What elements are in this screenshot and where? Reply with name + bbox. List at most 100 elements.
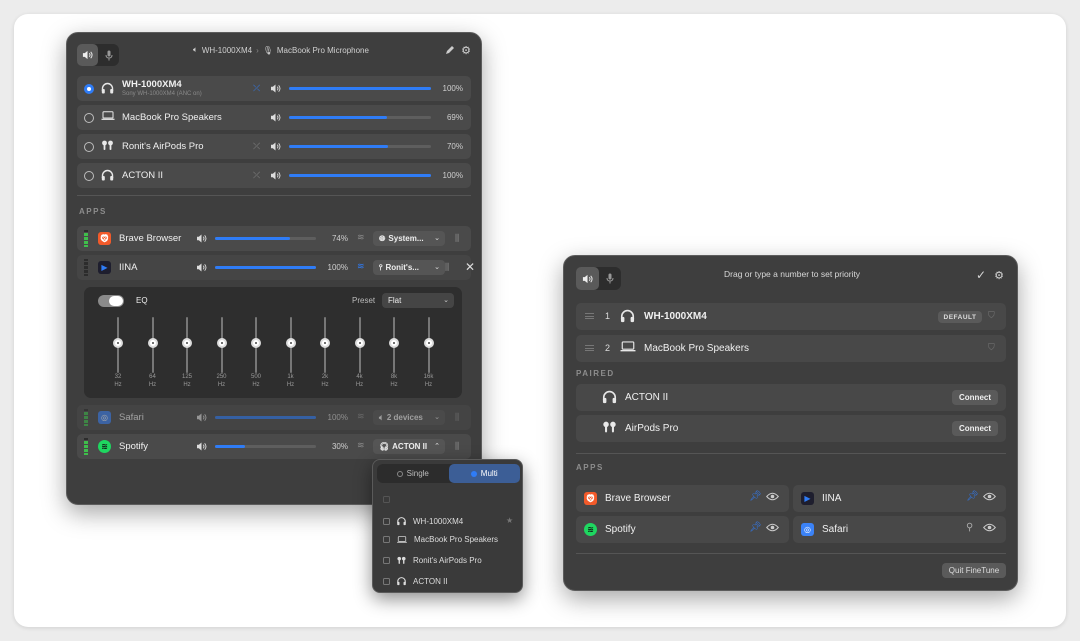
laptop-icon (101, 111, 115, 123)
sliders-icon[interactable]: ⫼ (455, 233, 459, 244)
device-option[interactable]: Ronit's AirPods Pro (383, 555, 482, 566)
app-pin-row[interactable]: ≋ Spotify 📌︎ (576, 516, 789, 543)
eq-band-knob[interactable] (251, 338, 261, 348)
device-option[interactable]: WH-1000XM4 (383, 515, 463, 527)
volume-slider[interactable] (289, 174, 431, 177)
microphone-tab-2[interactable] (599, 267, 622, 290)
checkbox[interactable] (383, 577, 390, 585)
app-volume-slider[interactable] (215, 416, 316, 419)
hide-icon[interactable]: ⛉ (988, 342, 995, 353)
speaker-icon[interactable] (270, 142, 281, 154)
drag-handle-icon[interactable] (585, 345, 594, 351)
close-icon[interactable]: ✕ (465, 260, 475, 274)
eye-icon[interactable] (766, 523, 779, 535)
quit-button[interactable]: Quit FineTune (942, 563, 1006, 578)
eq-band-knob[interactable] (113, 338, 123, 348)
device-row[interactable]: ACTON II ⤫ 100% (77, 163, 471, 188)
output-route-select[interactable]: 🎧︎ ACTON II ⌃ (373, 439, 445, 454)
radio-button[interactable] (84, 141, 94, 152)
checkbox[interactable] (383, 557, 390, 564)
priority-device-row[interactable]: 1 WH-1000XM4 DEFAULT ⛉ (576, 303, 1006, 330)
connect-button[interactable]: Connect (952, 421, 998, 436)
checkbox-placeholder[interactable] (383, 496, 390, 505)
app-pin-row[interactable]: 🦁︎ Brave Browser 📌︎ (576, 485, 789, 512)
device-row[interactable]: MacBook Pro Speakers 69% (77, 105, 471, 130)
eq-toggle[interactable] (98, 295, 124, 307)
eq-band-knob[interactable] (423, 338, 434, 348)
speaker-icon[interactable] (196, 442, 207, 454)
app-row[interactable]: ◎ Safari 100% ≋ 🔈︎ 2 devices ⌄ ⫼ (77, 405, 471, 430)
app-pin-row[interactable]: ▶ IINA 📌︎ (793, 485, 1006, 512)
output-route-select[interactable]: ⫯ Ronit's... ⌄ (373, 260, 445, 275)
gear-icon[interactable]: ⚙︎ (460, 44, 472, 57)
pin-filled-icon[interactable]: 📌︎ (966, 491, 979, 502)
hide-icon[interactable]: ⛉ (988, 310, 995, 321)
single-mode-button[interactable]: Single (377, 464, 449, 483)
bluetooth-off-icon[interactable]: ⤫ (253, 170, 260, 181)
eye-icon[interactable] (983, 492, 996, 504)
radio-button[interactable] (84, 112, 94, 123)
output-route-select[interactable]: 🔈︎ 2 devices ⌄ (373, 410, 445, 425)
sliders-icon[interactable]: ⫼ (455, 412, 459, 423)
app-row[interactable]: ▶ IINA 100% ≋ ⫯ Ronit's... ⌄ ⫼ ✕ (77, 255, 475, 280)
edit-icon[interactable] (443, 44, 455, 56)
checkbox[interactable] (383, 517, 390, 525)
device-row[interactable]: WH-1000XM4 Sony WH-1000XM4 (ANC on) ⤫ 100% (77, 76, 471, 101)
sliders-icon[interactable]: ⫼ (445, 262, 449, 273)
star-icon[interactable]: ★ (506, 516, 513, 525)
eq-icon[interactable]: ≋ (357, 411, 365, 422)
priority-device-row[interactable]: 2 MacBook Pro Speakers ⛉ (576, 335, 1006, 362)
connect-button[interactable]: Connect (952, 390, 998, 405)
speaker-icon[interactable] (196, 263, 207, 275)
priority-number[interactable]: 2 (605, 343, 610, 353)
app-volume-slider[interactable] (215, 266, 316, 269)
preset-select[interactable]: Flat ⌄ (382, 293, 454, 308)
checkmark-icon[interactable]: ✓ (974, 268, 988, 282)
drag-handle-icon[interactable] (585, 313, 594, 319)
eq-band-knob[interactable] (389, 338, 399, 348)
app-pin-row[interactable]: ◎ Safari ⚲ (793, 516, 1006, 543)
microphone-tab[interactable] (98, 44, 119, 66)
pin-filled-icon[interactable]: 📌︎ (749, 491, 762, 502)
multi-mode-button[interactable]: Multi (448, 464, 520, 483)
eq-band-knob[interactable] (320, 338, 330, 348)
app-volume-slider[interactable] (215, 445, 316, 448)
radio-selected[interactable] (84, 83, 94, 94)
speaker-icon[interactable] (270, 84, 281, 96)
eq-icon[interactable]: ≋ (357, 261, 365, 272)
eq-band-knob[interactable] (216, 338, 227, 348)
eq-band-knob[interactable] (354, 338, 365, 348)
speaker-icon[interactable] (196, 413, 207, 425)
bluetooth-off-icon[interactable]: ⤫ (253, 141, 260, 152)
speaker-tab[interactable] (77, 44, 98, 66)
speaker-icon[interactable] (270, 171, 281, 183)
speaker-icon[interactable] (196, 234, 207, 246)
eq-band-knob[interactable] (147, 338, 158, 348)
checkbox[interactable] (383, 536, 390, 543)
bluetooth-off-icon[interactable]: ⤫ (253, 83, 260, 94)
app-volume-slider[interactable] (215, 237, 316, 240)
volume-slider[interactable] (289, 116, 431, 119)
eq-icon[interactable]: ≋ (357, 440, 365, 451)
gear-icon[interactable]: ⚙︎ (992, 268, 1006, 282)
priority-number[interactable]: 1 (605, 311, 610, 321)
sliders-icon[interactable]: ⫼ (455, 441, 459, 452)
output-route-select[interactable]: 🌐︎ System... ⌄ (373, 231, 445, 246)
eye-icon[interactable] (766, 492, 779, 504)
speaker-tab-2[interactable] (576, 267, 599, 290)
device-option[interactable]: MacBook Pro Speakers (383, 535, 498, 544)
eq-band-knob[interactable] (182, 338, 192, 348)
volume-slider[interactable] (289, 145, 431, 148)
eye-icon[interactable] (983, 523, 996, 535)
volume-slider[interactable] (289, 87, 431, 90)
device-row[interactable]: Ronit's AirPods Pro ⤫ 70% (77, 134, 471, 159)
eq-band-knob[interactable] (285, 338, 296, 348)
eq-icon[interactable]: ≋ (357, 232, 365, 243)
app-row[interactable]: 🦁︎ Brave Browser 74% ≋ 🌐︎ System... ⌄ ⫼ (77, 226, 471, 251)
pin-icon[interactable]: ⚲ (966, 522, 973, 533)
device-option[interactable]: ACTON II (383, 575, 448, 587)
speaker-icon[interactable] (270, 113, 281, 125)
app-row[interactable]: ≋ Spotify 30% ≋ 🎧︎ ACTON II ⌃ ⫼ (77, 434, 471, 459)
radio-button[interactable] (84, 170, 94, 181)
pin-filled-icon[interactable]: 📌︎ (749, 522, 762, 533)
